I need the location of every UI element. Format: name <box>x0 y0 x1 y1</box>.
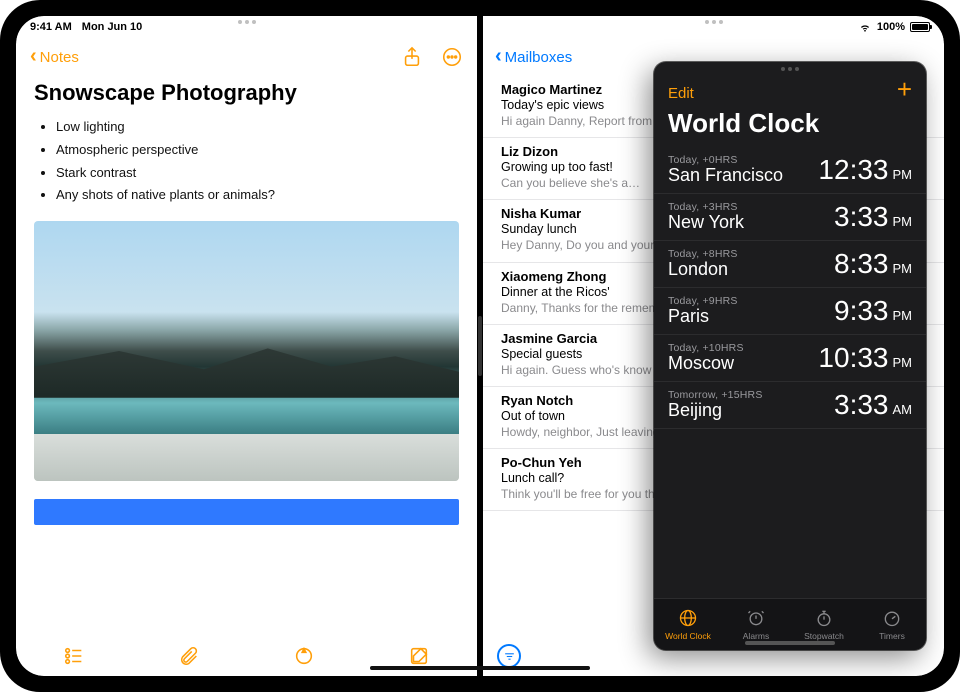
world-clock-list[interactable]: Today, +0HRS San Francisco 12:33PM Today… <box>654 147 926 598</box>
home-indicator[interactable] <box>370 666 590 670</box>
status-date: Mon Jun 10 <box>82 21 143 33</box>
mail-back-label: Mailboxes <box>505 49 573 66</box>
notes-back-label: Notes <box>40 49 79 66</box>
chevron-left-icon: ‹ <box>30 46 37 66</box>
tab-timers[interactable]: Timers <box>858 599 926 650</box>
tab-label: Timers <box>879 631 905 641</box>
clock-edit-button[interactable]: Edit <box>668 85 694 102</box>
wifi-icon <box>858 22 872 32</box>
world-clock-row[interactable]: Tomorrow, +15HRS Beijing 3:33AM <box>654 382 926 429</box>
compose-icon[interactable] <box>408 645 430 667</box>
multitask-dots-right[interactable] <box>705 20 723 24</box>
clock-city: Beijing <box>668 400 763 421</box>
tab-label: Stopwatch <box>804 631 844 641</box>
checklist-icon[interactable] <box>63 645 85 667</box>
clock-time: 8:33 <box>834 248 889 280</box>
clock-time: 10:33 <box>818 342 888 374</box>
note-bullet[interactable]: Any shots of native plants or animals? <box>56 184 459 207</box>
tab-world-clock[interactable]: World Clock <box>654 599 722 650</box>
note-bullet[interactable]: Atmospheric perspective <box>56 139 459 162</box>
clock-ampm: PM <box>893 308 913 323</box>
filter-icon[interactable] <box>497 644 521 668</box>
world-clock-row[interactable]: Today, +9HRS Paris 9:33PM <box>654 288 926 335</box>
note-bullet[interactable]: Low lighting <box>56 116 459 139</box>
clock-city: New York <box>668 212 744 233</box>
notes-pane: 9:41 AM Mon Jun 10 ‹ Notes <box>16 16 477 676</box>
status-time: 9:41 AM <box>30 21 72 33</box>
notes-toolbar <box>16 636 477 676</box>
clock-add-button[interactable]: + <box>897 76 912 102</box>
clock-time: 9:33 <box>834 295 889 327</box>
note-bullet-list[interactable]: Low lighting Atmospheric perspective Sta… <box>34 116 459 207</box>
notes-back-button[interactable]: ‹ Notes <box>30 48 79 66</box>
note-image-partial <box>34 499 459 525</box>
share-icon[interactable] <box>401 46 423 68</box>
alarm-icon <box>746 608 766 628</box>
more-icon[interactable] <box>441 46 463 68</box>
world-clock-row[interactable]: Today, +3HRS New York 3:33PM <box>654 194 926 241</box>
clock-city: Moscow <box>668 353 744 374</box>
markup-icon[interactable] <box>293 645 315 667</box>
clock-title: World Clock <box>654 106 926 147</box>
world-clock-row[interactable]: Today, +10HRS Moscow 10:33PM <box>654 335 926 382</box>
clock-time: 12:33 <box>818 154 888 186</box>
attachment-icon[interactable] <box>178 645 200 667</box>
timer-icon <box>882 608 902 628</box>
clock-ampm: PM <box>893 355 913 370</box>
mail-back-button[interactable]: ‹ Mailboxes <box>495 47 572 68</box>
clock-time: 3:33 <box>834 389 889 421</box>
slideover-clock[interactable]: Edit + World Clock Today, +0HRS San Fran… <box>654 62 926 650</box>
tab-label: Alarms <box>743 631 769 641</box>
clock-ampm: PM <box>893 261 913 276</box>
chevron-left-icon: ‹ <box>495 45 502 68</box>
clock-ampm: AM <box>893 402 913 417</box>
note-title[interactable]: Snowscape Photography <box>34 80 459 106</box>
clock-city: Paris <box>668 306 738 327</box>
clock-ampm: PM <box>893 167 913 182</box>
slideover-home-indicator[interactable] <box>745 641 835 645</box>
clock-time: 3:33 <box>834 201 889 233</box>
world-clock-row[interactable]: Today, +8HRS London 8:33PM <box>654 241 926 288</box>
globe-icon <box>678 608 698 628</box>
world-clock-row[interactable]: Today, +0HRS San Francisco 12:33PM <box>654 147 926 194</box>
clock-city: San Francisco <box>668 165 783 186</box>
multitask-dots-left[interactable] <box>238 20 256 24</box>
battery-icon <box>910 22 930 32</box>
stopwatch-icon <box>814 608 834 628</box>
clock-city: London <box>668 259 738 280</box>
battery-pct: 100% <box>877 21 905 33</box>
notes-topbar: ‹ Notes <box>16 38 477 76</box>
multitask-dots-slideover[interactable] <box>781 67 799 71</box>
note-bullet[interactable]: Stark contrast <box>56 162 459 185</box>
clock-ampm: PM <box>893 214 913 229</box>
note-image[interactable] <box>34 221 459 481</box>
tab-label: World Clock <box>665 631 711 641</box>
